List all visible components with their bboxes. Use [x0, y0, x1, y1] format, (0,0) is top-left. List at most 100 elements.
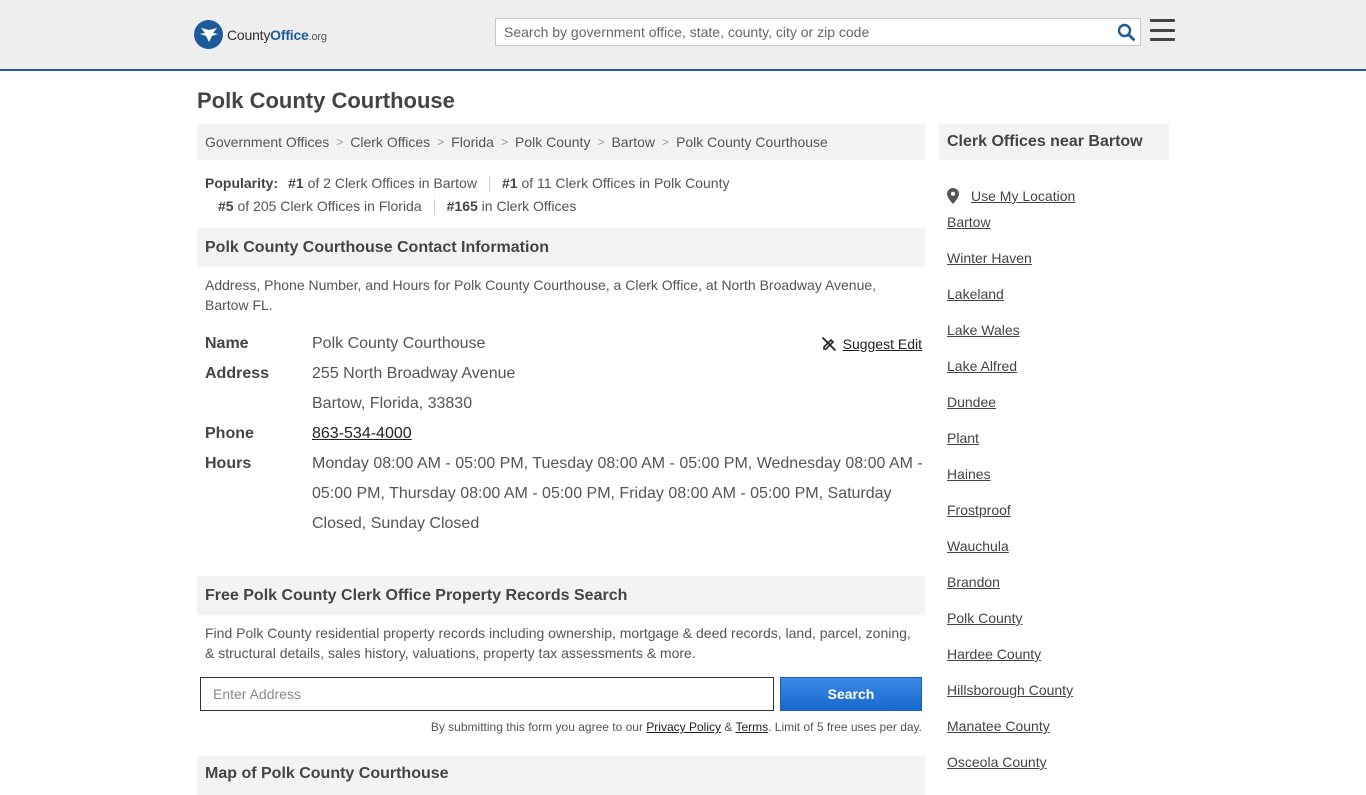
nearby-link[interactable]: Hillsborough County	[947, 682, 1073, 698]
search-icon[interactable]	[1112, 19, 1140, 45]
disclaimer-limit: . Limit of 5 free uses per day.	[768, 720, 922, 734]
nearby-link[interactable]: Lake Alfred	[947, 358, 1017, 374]
phone-link[interactable]: 863-534-4000	[312, 425, 412, 442]
nearby-link[interactable]: Bartow	[947, 214, 991, 230]
nearby-link[interactable]: Brandon	[947, 574, 1000, 590]
popularity: Popularity: #1 of 2 Clerk Offices in Bar…	[197, 172, 925, 218]
rank-number: #1	[288, 175, 304, 191]
hamburger-menu-icon[interactable]	[1150, 19, 1175, 41]
nearby-link[interactable]: Wauchula	[947, 538, 1009, 554]
address-label: Address	[205, 365, 270, 382]
list-item: Manatee County	[947, 718, 1169, 754]
nearby-link[interactable]: Plant	[947, 430, 979, 446]
name-label: Name	[205, 335, 249, 352]
address-input[interactable]	[200, 677, 774, 711]
address-line-1: 255 North Broadway Avenue	[312, 365, 516, 382]
popularity-rank: #165 in Clerk Offices	[447, 195, 577, 218]
nearby-link[interactable]: Lakeland	[947, 286, 1004, 302]
address-search-button[interactable]: Search	[780, 677, 922, 711]
sidebar-heading: Clerk Offices near Bartow	[939, 124, 1169, 160]
address-line-2: Bartow, Florida, 33830	[312, 395, 473, 412]
breadcrumb-clerk-offices[interactable]: Clerk Offices	[350, 134, 430, 150]
list-item: Brandon	[947, 574, 1169, 610]
nearby-offices-list: Use My Location Bartow Winter Haven Lake…	[939, 178, 1169, 790]
list-item: Polk County	[947, 610, 1169, 646]
map-section-heading: Map of Polk County Courthouse	[197, 756, 925, 795]
contact-info-table: Suggest Edit Name Polk County Courthouse…	[197, 329, 925, 539]
nearby-link[interactable]: Lake Wales	[947, 322, 1020, 338]
nearby-link[interactable]: Haines	[947, 466, 991, 482]
nearby-link[interactable]: Manatee County	[947, 718, 1050, 734]
map-pin-icon	[947, 188, 959, 204]
list-item: Bartow	[947, 214, 1169, 250]
list-item: Wauchula	[947, 538, 1169, 574]
logo-word-county: County	[227, 26, 271, 43]
logo-word-office: Office	[270, 26, 309, 43]
phone-value: 863-534-4000	[312, 419, 924, 449]
edit-off-icon	[821, 336, 836, 352]
breadcrumb: Government Offices > Clerk Offices > Flo…	[197, 124, 925, 160]
site-search	[495, 18, 1141, 46]
breadcrumb-chevron-icon: >	[597, 135, 605, 149]
list-item: Lake Alfred	[947, 358, 1169, 394]
logo-tld: .org	[308, 30, 327, 43]
list-item: Hardee County	[947, 646, 1169, 682]
breadcrumb-florida[interactable]: Florida	[451, 134, 494, 150]
rank-number: #5	[218, 198, 234, 214]
breadcrumb-government-offices[interactable]: Government Offices	[205, 134, 329, 150]
divider	[433, 198, 435, 215]
menu-bar	[1150, 28, 1175, 32]
site-logo[interactable]: CountyOffice.org	[194, 20, 327, 49]
breadcrumb-chevron-icon: >	[336, 135, 344, 149]
menu-bar	[1150, 38, 1175, 41]
property-records-section: Free Polk County Clerk Office Property R…	[197, 576, 925, 734]
logo-text: CountyOffice.org	[227, 27, 327, 43]
contact-section: Polk County Courthouse Contact Informati…	[197, 228, 925, 539]
nearby-link[interactable]: Dundee	[947, 394, 996, 410]
popularity-rank: #5 of 205 Clerk Offices in Florida	[218, 195, 422, 218]
nearby-link[interactable]: Hardee County	[947, 646, 1041, 662]
info-row-phone: Phone 863-534-4000	[205, 419, 925, 449]
phone-label: Phone	[205, 425, 254, 442]
rank-text: of 2 Clerk Offices in Bartow	[307, 175, 477, 191]
suggest-edit-link[interactable]: Suggest Edit	[843, 336, 922, 352]
breadcrumb-bartow[interactable]: Bartow	[611, 134, 655, 150]
main-content: Government Offices > Clerk Offices > Flo…	[197, 124, 925, 539]
popularity-rank: #1 of 2 Clerk Offices in Bartow	[288, 172, 477, 195]
address-search-form: Search	[197, 677, 925, 711]
terms-link[interactable]: Terms	[735, 720, 768, 734]
records-description: Find Polk County residential property re…	[205, 625, 911, 661]
popularity-label: Popularity:	[205, 175, 279, 191]
menu-bar	[1150, 19, 1175, 22]
nearby-link[interactable]: Winter Haven	[947, 250, 1032, 266]
breadcrumb-polk-county[interactable]: Polk County	[515, 134, 590, 150]
use-location-link[interactable]: Use My Location	[971, 188, 1075, 204]
hours-value: Monday 08:00 AM - 05:00 PM, Tuesday 08:0…	[312, 455, 923, 532]
nearby-link[interactable]: Frostproof	[947, 502, 1011, 518]
list-item: Haines	[947, 466, 1169, 502]
site-search-input[interactable]	[496, 19, 1112, 45]
privacy-policy-link[interactable]: Privacy Policy	[646, 720, 721, 734]
list-item: Frostproof	[947, 502, 1169, 538]
hours-label: Hours	[205, 455, 252, 472]
contact-description: Address, Phone Number, and Hours for Pol…	[205, 277, 877, 313]
breadcrumb-current: Polk County Courthouse	[676, 134, 828, 150]
list-item: Hillsborough County	[947, 682, 1169, 718]
list-item: Winter Haven	[947, 250, 1169, 286]
rank-text: in Clerk Offices	[481, 198, 577, 214]
breadcrumb-chevron-icon: >	[500, 135, 508, 149]
breadcrumb-chevron-icon: >	[437, 135, 445, 149]
disclaimer-amp: &	[724, 720, 733, 734]
suggest-edit[interactable]: Suggest Edit	[821, 329, 922, 359]
rank-number: #165	[446, 198, 478, 214]
address-value: 255 North Broadway Avenue Bartow, Florid…	[312, 359, 924, 419]
info-row-hours: Hours Monday 08:00 AM - 05:00 PM, Tuesda…	[205, 449, 925, 539]
form-disclaimer: By submitting this form you agree to our…	[197, 720, 925, 734]
sidebar: Clerk Offices near Bartow Use My Locatio…	[939, 124, 1169, 790]
contact-heading: Polk County Courthouse Contact Informati…	[197, 228, 925, 267]
nearby-link[interactable]: Polk County	[947, 610, 1022, 626]
list-item: Dundee	[947, 394, 1169, 430]
logo-eagle-icon	[194, 20, 223, 49]
use-location-item: Use My Location	[947, 178, 1169, 214]
breadcrumb-chevron-icon: >	[662, 135, 670, 149]
